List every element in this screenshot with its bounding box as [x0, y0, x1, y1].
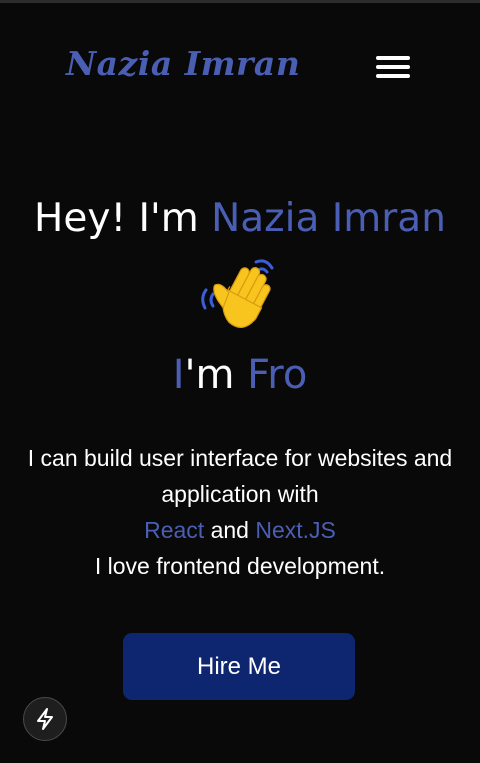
hero-description: I can build user interface for websites …	[0, 440, 480, 584]
description-line: I love frontend development.	[94, 553, 386, 579]
typed-role-text: I'm Fro	[0, 348, 480, 402]
lightning-bolt-icon[interactable]	[23, 697, 67, 741]
tech-nextjs: Next.JS	[255, 517, 336, 543]
menu-bar	[376, 56, 410, 60]
hero-name: Nazia Imran	[211, 196, 446, 241]
brand-logo-text[interactable]: Nazia Imran	[66, 44, 300, 83]
menu-bar	[376, 74, 410, 78]
tech-stack-line: React and Next.JS	[0, 512, 480, 548]
typed-first-letter: I	[172, 352, 185, 398]
top-border	[0, 0, 480, 3]
menu-bar	[376, 65, 410, 69]
description-line: I can build user interface for websites …	[27, 445, 453, 471]
tech-react: React	[144, 517, 205, 543]
tech-connector: and	[210, 517, 249, 543]
hamburger-menu-icon[interactable]	[372, 54, 412, 82]
lightning-bolt-glyph	[37, 708, 53, 730]
hero-headline: Hey! I'm Nazia Imran	[0, 192, 480, 246]
greeting-text: Hey! I'm	[34, 196, 199, 241]
description-line: application with	[161, 481, 319, 507]
typed-contraction: 'm	[184, 352, 235, 398]
hire-me-button[interactable]: Hire Me	[123, 633, 355, 700]
typed-role-partial: Fro	[247, 352, 308, 398]
waving-hand-icon	[201, 259, 274, 328]
